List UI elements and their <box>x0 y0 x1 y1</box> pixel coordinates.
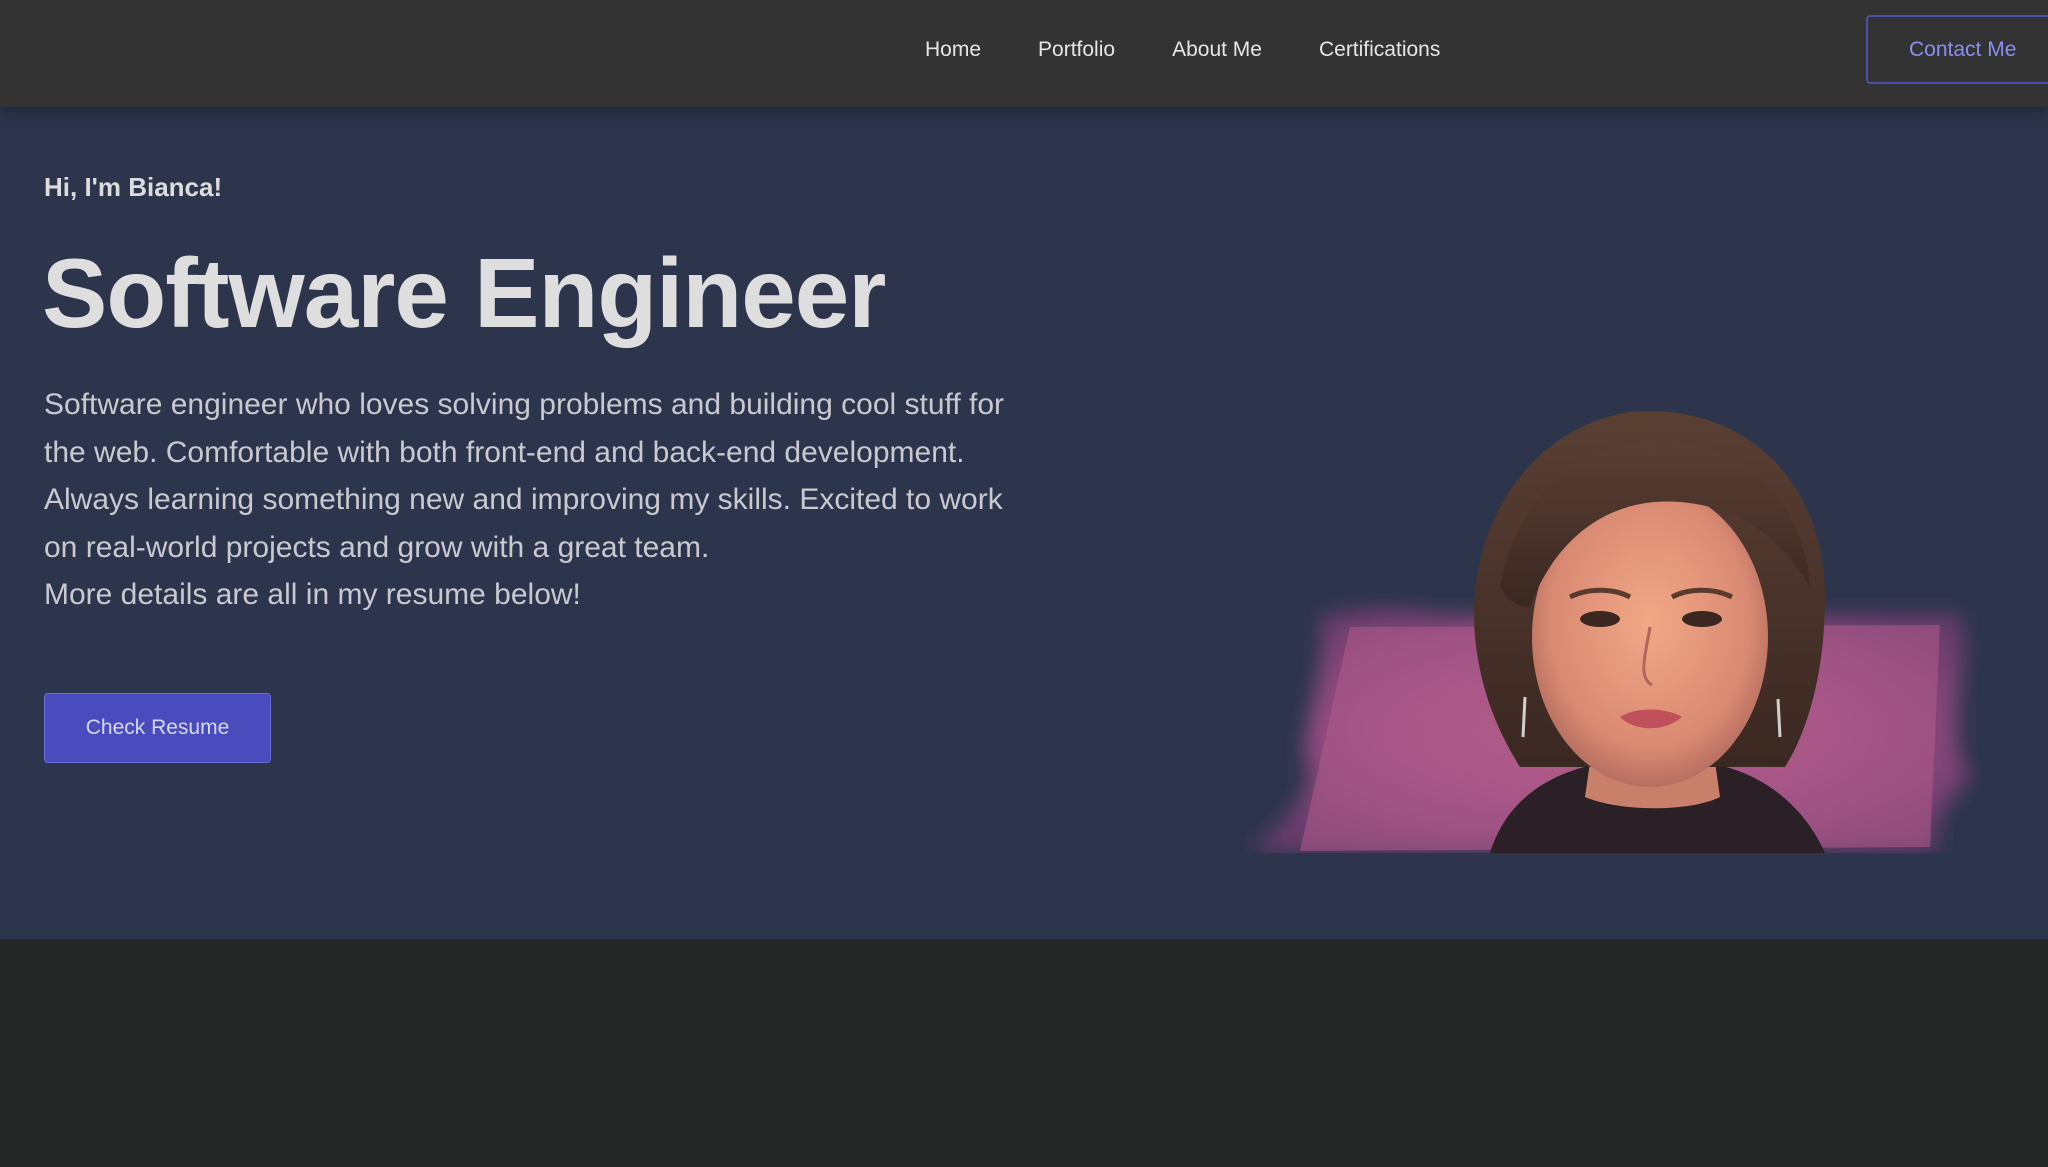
hero-description-extra: More details are all in my resume below! <box>44 578 581 611</box>
navbar: Home Portfolio About Me Certifications C… <box>0 0 2048 107</box>
page: Home Portfolio About Me Certifications C… <box>0 0 2048 1167</box>
nav-link-home[interactable]: Home <box>925 38 981 61</box>
nav-link-about-me[interactable]: About Me <box>1172 38 1262 61</box>
hero-description: Software engineer who loves solving prob… <box>44 381 1044 619</box>
hero-greeting: Hi, I'm Bianca! <box>44 172 223 202</box>
nav-link-portfolio[interactable]: Portfolio <box>1038 38 1115 61</box>
contact-me-button[interactable]: Contact Me <box>1866 15 2048 84</box>
nav-links: Home Portfolio About Me Certifications <box>925 0 1440 100</box>
page-title: Software Engineer <box>42 238 886 348</box>
profile-photo <box>1250 411 1970 853</box>
hero-section: Hi, I'm Bianca! Software Engineer Softwa… <box>0 107 2048 939</box>
check-resume-button[interactable]: Check Resume <box>44 693 271 763</box>
nav-link-certifications[interactable]: Certifications <box>1319 38 1440 61</box>
hero-description-text: Software engineer who loves solving prob… <box>44 388 1004 564</box>
